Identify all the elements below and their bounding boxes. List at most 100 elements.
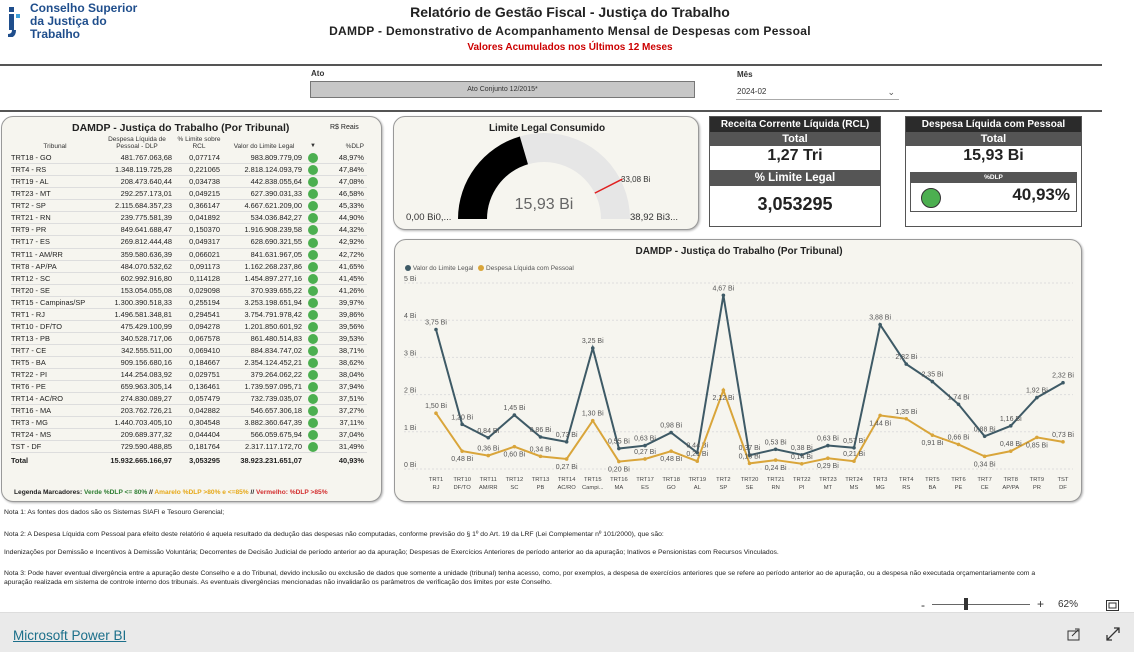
table-cell: TRT15 - Campinas/SP [11,296,99,309]
status-dot-icon [308,237,318,248]
data-point [512,444,517,449]
table-row[interactable]: TRT5 - BA 909.156.680,16 0,184667 2.354.124… [11,356,367,369]
data-label: 3,75 Bi [425,320,447,327]
table-cell: 0,049317 [175,235,223,249]
table-row[interactable]: TRT24 - MS 209.689.377,32 0,044404 566.059.… [11,428,367,442]
kpi-dlp-total-value: 15,93 Bi [963,147,1024,164]
table-cell: 0,067578 [175,332,223,345]
kpi-dlp-card: Despesa Líquida com Pessoal Total 15,93 … [905,116,1082,227]
data-point [538,435,543,439]
col-header[interactable]: %DLP [321,136,367,152]
gauge-target-label: 33,08 Bi [621,175,651,184]
data-point [878,413,882,418]
table-row[interactable]: TRT20 - SE 153.054.055,08 0,029098 370.939.… [11,284,367,297]
powerbi-link[interactable]: Microsoft Power BI [13,628,126,643]
gauge-chart[interactable]: 15,93 Bi 0,00 Bi0,... 38,92 Bi3... 33,08 Bi [394,117,700,231]
table-row[interactable]: TRT13 - PB 340.528.717,06 0,067578 861.480.… [11,332,367,345]
col-header[interactable]: Tribunal [11,136,99,152]
x-tick-label: TRT23 [819,477,837,483]
x-tick-label: TST [1058,477,1069,483]
data-label: 0,48 Bi [451,456,473,463]
fullscreen-icon[interactable] [1106,627,1120,646]
x-tick-label: TRT16 [610,477,628,483]
y-tick-label: 5 Bi [404,276,417,283]
x-tick-label: TRT12 [506,477,524,483]
table-cell: 39,53% [321,332,367,345]
table-row[interactable]: TRT17 - ES 269.812.444,48 0,049317 628.690.… [11,235,367,249]
table-row[interactable]: TRT6 - PE 659.963.305,14 0,136461 1.739.597… [11,380,367,394]
table-row[interactable]: TRT16 - MA 203.762.726,21 0,042882 546.657.… [11,404,367,418]
data-label: 0,98 Bi [660,423,682,430]
data-label: 1,44 Bi [869,420,891,427]
col-header[interactable]: % Limite sobre RCL [175,136,223,152]
data-label: 0,21 Bi [686,451,708,458]
data-label: 0,88 Bi [974,426,996,433]
table-row[interactable]: TRT4 - RS 1.348.119.725,28 0,221065 2.818.1… [11,163,367,177]
mes-label: Mês [737,70,753,79]
table-cell: 0,042882 [175,404,223,418]
y-tick-label: 1 Bi [404,425,417,432]
table-cell: 475.429.100,99 [99,320,175,333]
table-row[interactable]: TRT3 - MG 1.440.703.405,10 0,304548 3.882.3… [11,416,367,430]
table-cell: TRT2 - SP [11,199,99,213]
gauge-max-label: 38,92 Bi3... [630,212,678,223]
table-cell: 37,04% [321,428,367,442]
x-tick-label: GO [667,485,677,491]
table-row[interactable]: TRT12 - SC 602.992.916,80 0,114128 1.454.89… [11,272,367,285]
line-chart[interactable]: 0 Bi 1 Bi 2 Bi 3 Bi 4 Bi 5 Bi TRT1 RJ TRT10 DF/TO… [395,240,1083,503]
table-cell: 47,08% [321,175,367,189]
zoom-out-button[interactable]: - [921,598,925,612]
table-row[interactable]: TRT19 - AL 208.473.640,44 0,034738 442.838.… [11,175,367,189]
table-row[interactable]: TRT22 - PI 144.254.083,92 0,029751 379.264.… [11,368,367,382]
zoom-in-button[interactable]: + [1037,597,1044,611]
status-marker [305,284,321,297]
table-row[interactable]: TRT8 - AP/PA 484.070.532,62 0,091173 1.162.… [11,260,367,273]
logo-icon [6,5,26,38]
table-cell: TRT3 - MG [11,416,99,430]
table-row[interactable]: TRT10 - DF/TO 475.429.100,99 0,094278 1.201… [11,320,367,333]
table-row[interactable]: TRT21 - RN 239.775.581,39 0,041892 534.036.… [11,211,367,225]
status-dot-icon [308,285,318,296]
table-row[interactable]: TRT11 - AM/RR 359.580.636,39 0,066021 841.6… [11,248,367,261]
ato-slicer[interactable]: Ato Conjunto 12/2015* [310,81,695,98]
y-tick-label: 3 Bi [404,350,417,357]
table-row[interactable]: TRT7 - CE 342.555.511,00 0,069410 884.834.7… [11,344,367,357]
legend-red: Vermelho: %DLP >85% [256,489,328,496]
col-header[interactable]: Despesa Líquida de Pessoal - DLP [99,136,175,152]
zoom-slider-thumb[interactable] [964,598,969,610]
data-point [852,459,856,463]
table-row[interactable]: TRT14 - AC/RO 274.830.089,27 0,057479 732.7… [11,392,367,406]
data-label: 1,92 Bi [1026,388,1048,395]
zoom-slider-track[interactable] [932,604,1030,605]
table-row[interactable]: TRT2 - SP 2.115.684.357,23 0,366147 4.667.6… [11,199,367,213]
data-label: 0,27 Bi [634,449,656,456]
gauge-value-label: 15,93 Bi [515,196,574,213]
data-label: 0,27 Bi [556,464,578,471]
share-icon[interactable] [1067,627,1081,646]
table-row[interactable]: TRT9 - PR 849.641.688,47 0,150370 1.916.908… [11,223,367,237]
total-cell: 3,053295 [175,452,223,467]
x-tick-label: BA [929,485,937,491]
col-header[interactable]: Valor do Limite Legal [223,136,305,152]
table-row[interactable]: TST - DF 729.590.488,85 0,181764 2.317.117.… [11,440,367,454]
data-point [1008,424,1013,428]
note-2: Nota 2: A Despesa Líquida com Pessoal pa… [4,531,664,538]
table-row[interactable]: TRT18 - GO 481.767.063,68 0,077174 983.809.… [11,152,367,165]
status-marker [305,404,321,418]
table-cell: 370.939.655,22 [223,284,305,297]
table-cell: 0,114128 [175,272,223,285]
sort-desc-icon[interactable]: ▼ [305,136,321,152]
table-row[interactable]: TRT1 - RJ 1.496.581.348,81 0,294541 3.754.7… [11,308,367,321]
status-marker [305,428,321,442]
table-cell: 45,33% [321,199,367,213]
data-label: 0,36 Bi [477,446,499,453]
table-row[interactable]: TRT23 - MT 292.257.173,01 0,049215 627.390.… [11,187,367,201]
data-point [434,411,438,415]
table-cell: 0,181764 [175,440,223,454]
data-label: 0,86 Bi [530,427,552,434]
mes-dropdown[interactable]: 2024-02 ⌄ [736,84,899,100]
table-cell: 628.690.321,55 [223,235,305,249]
currency-label: R$ Reais [330,124,359,131]
table-row[interactable]: TRT15 - Campinas/SP 1.300.390.518,33 0,255… [11,296,367,309]
status-marker [305,380,321,394]
